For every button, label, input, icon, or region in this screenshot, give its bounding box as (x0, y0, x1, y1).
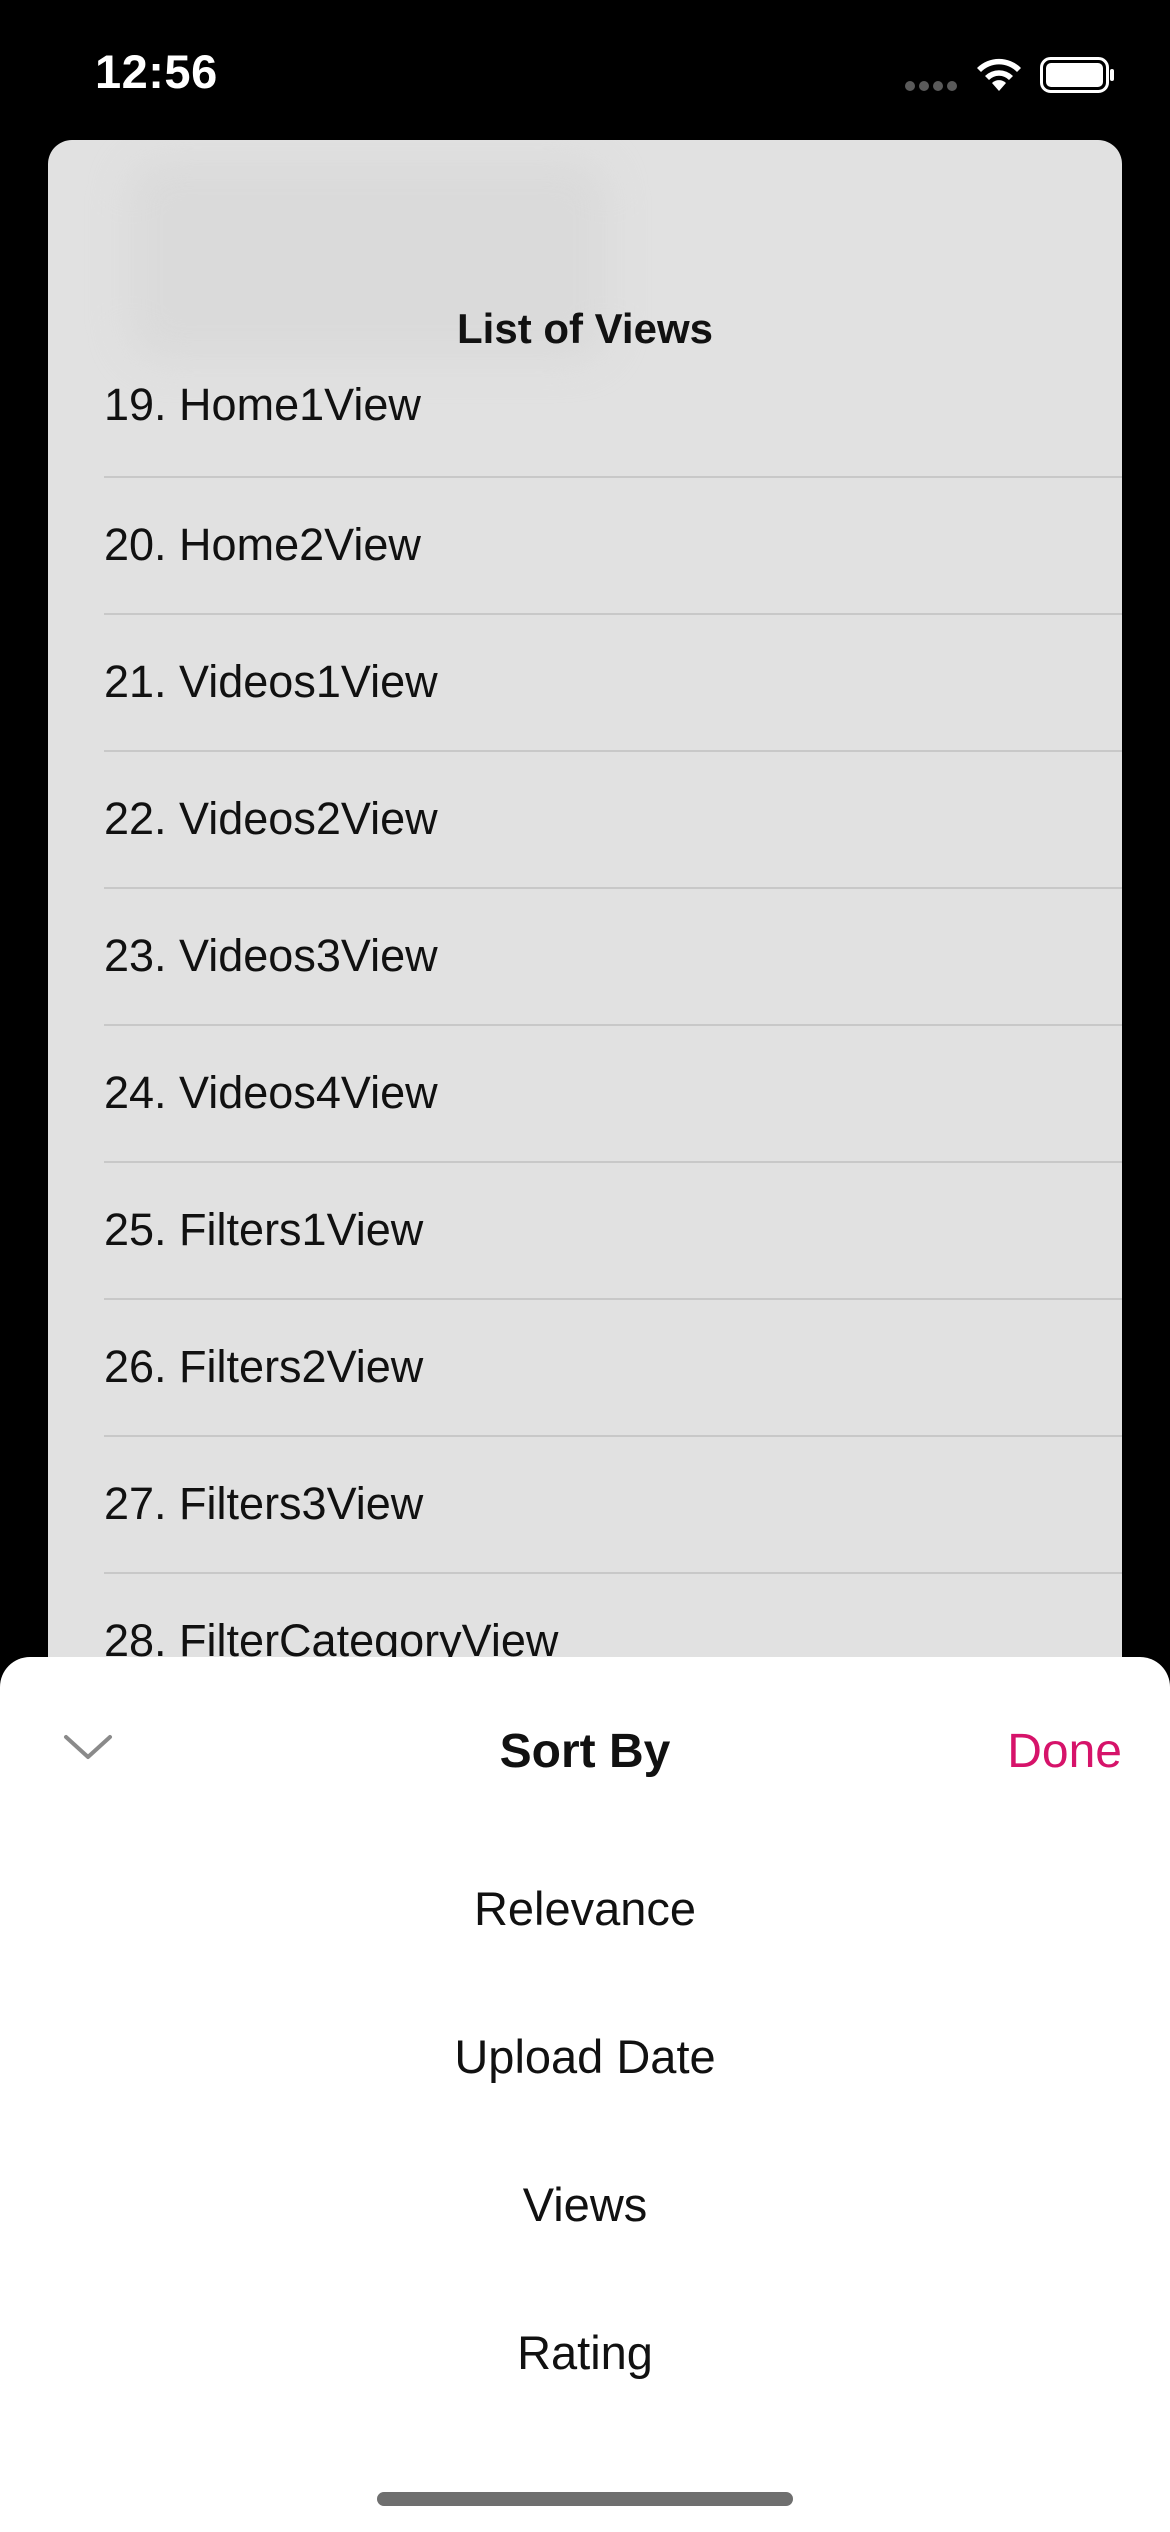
sort-option-upload-date[interactable]: Upload Date (0, 2029, 1170, 2084)
list-item[interactable]: 27. Filters3View (104, 1437, 1122, 1574)
list-item-label: 20. Home2View (104, 519, 421, 570)
sort-by-sheet: Sort By Done Relevance Upload Date Views… (0, 1657, 1170, 2532)
screen: 12:56 List of Views 19. Home1View 20. Ho… (0, 0, 1170, 2532)
view-list: 19. Home1View 20. Home2View 21. Videos1V… (104, 362, 1122, 1711)
list-item[interactable]: 20. Home2View (104, 478, 1122, 615)
list-item-label: 19. Home1View (104, 379, 421, 430)
cellular-signal-icon (905, 81, 960, 93)
list-item-label: 24. Videos4View (104, 1067, 438, 1118)
wifi-icon (977, 58, 1021, 91)
list-item[interactable]: 24. Videos4View (104, 1026, 1122, 1163)
list-item[interactable]: 25. Filters1View (104, 1163, 1122, 1300)
done-button[interactable]: Done (1007, 1724, 1122, 1779)
home-indicator[interactable] (377, 2492, 793, 2506)
status-time: 12:56 (95, 45, 218, 98)
battery-icon (1040, 57, 1114, 93)
sheet-title: Sort By (499, 1725, 671, 1778)
chevron-down-icon[interactable] (58, 1727, 118, 1767)
sort-option-rating[interactable]: Rating (0, 2325, 1170, 2380)
list-item[interactable]: 21. Videos1View (104, 615, 1122, 752)
sort-option-relevance[interactable]: Relevance (0, 1881, 1170, 1936)
list-item[interactable]: 23. Videos3View (104, 889, 1122, 1026)
list-item-label: 22. Videos2View (104, 793, 438, 844)
list-item-label: 25. Filters1View (104, 1204, 424, 1255)
list-item-label: 27. Filters3View (104, 1478, 424, 1529)
list-item-label: 26. Filters2View (104, 1341, 424, 1392)
list-item[interactable]: 26. Filters2View (104, 1300, 1122, 1437)
list-item-label: 21. Videos1View (104, 656, 438, 707)
list-title: List of Views (457, 305, 713, 352)
list-item[interactable]: 22. Videos2View (104, 752, 1122, 889)
status-bar: 12:56 (0, 0, 1170, 140)
list-item[interactable]: 19. Home1View (104, 362, 1122, 478)
list-item-label: 23. Videos3View (104, 930, 438, 981)
sort-option-views[interactable]: Views (0, 2177, 1170, 2232)
